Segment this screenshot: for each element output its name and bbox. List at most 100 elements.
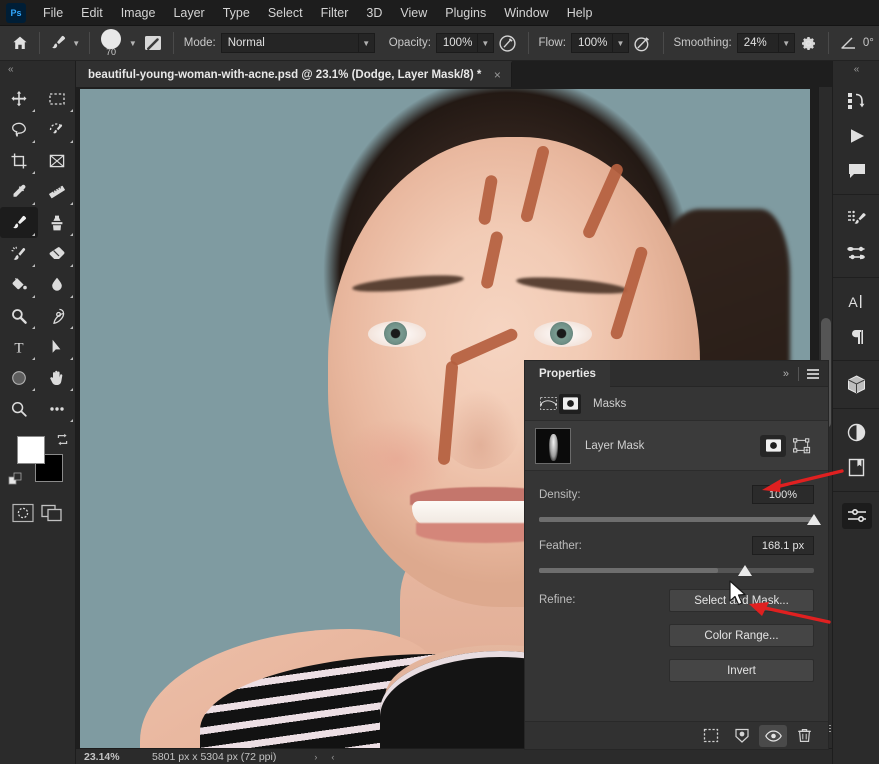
apply-mask-icon[interactable] (728, 725, 756, 747)
menu-window[interactable]: Window (495, 2, 557, 24)
edit-toolbar-tool[interactable] (38, 393, 76, 424)
density-slider-knob[interactable] (807, 514, 821, 525)
properties-icon[interactable] (833, 498, 879, 533)
adjustments-icon[interactable] (833, 415, 879, 450)
smoothing-chevron-icon[interactable]: ▼ (778, 33, 795, 53)
lasso-tool[interactable] (0, 114, 38, 145)
color-range-button[interactable]: Color Range... (669, 624, 814, 647)
paragraph-icon[interactable] (833, 319, 879, 354)
path-selection-tool[interactable] (38, 331, 76, 362)
zoom-level[interactable]: 23.14% (76, 751, 144, 763)
brush-tool[interactable] (0, 207, 38, 238)
menu-plugins[interactable]: Plugins (436, 2, 495, 24)
layer-mask-row[interactable]: Layer Mask (525, 421, 828, 471)
home-icon[interactable] (6, 28, 33, 58)
opacity-chevron-icon[interactable]: ▼ (477, 33, 494, 53)
crop-tool[interactable] (0, 145, 38, 176)
brush-angle-value[interactable]: 0° (863, 37, 874, 49)
toggle-mask-visibility-icon[interactable] (759, 724, 787, 747)
document-tab[interactable]: beautiful-young-woman-with-acne.psd @ 23… (76, 61, 513, 87)
brush-settings-icon[interactable] (833, 201, 879, 236)
opacity-input[interactable]: 100% (435, 33, 478, 53)
density-slider[interactable] (539, 514, 821, 525)
collapse-panel-icon[interactable]: » (777, 368, 794, 380)
status-chevron-right-icon[interactable]: › (314, 752, 317, 762)
brush-angle-icon[interactable] (837, 31, 861, 55)
brushes-icon[interactable] (833, 236, 879, 271)
feather-value[interactable]: 168.1 px (752, 536, 814, 555)
history-icon[interactable] (833, 83, 879, 118)
menu-image[interactable]: Image (112, 2, 165, 24)
tab-properties[interactable]: Properties (525, 360, 610, 387)
rectangular-marquee-tool[interactable] (38, 83, 76, 114)
type-tool[interactable]: T (0, 331, 38, 362)
comments-icon[interactable] (833, 153, 879, 188)
clone-stamp-tool[interactable] (38, 207, 76, 238)
menu-layer[interactable]: Layer (164, 2, 213, 24)
actions-play-icon[interactable] (833, 118, 879, 153)
quick-mask-icon[interactable] (11, 502, 35, 529)
brush-settings-panel-icon[interactable] (141, 31, 165, 55)
vector-mask-icon[interactable] (537, 394, 559, 414)
menu-file[interactable]: File (34, 2, 72, 24)
brush-preset-chevron-icon[interactable]: ▼ (126, 32, 139, 54)
3d-icon[interactable] (833, 367, 879, 402)
airbrush-icon[interactable] (631, 31, 655, 55)
menu-view[interactable]: View (391, 2, 436, 24)
object-selection-tool[interactable] (38, 114, 76, 145)
screen-mode-icon[interactable] (40, 502, 64, 529)
brush-tool-chevron-icon[interactable]: ▼ (70, 32, 83, 54)
select-and-mask-button[interactable]: Select and Mask... (669, 589, 814, 612)
frame-tool[interactable] (38, 145, 76, 176)
menu-help[interactable]: Help (558, 2, 602, 24)
close-icon[interactable]: × (491, 69, 503, 81)
move-tool[interactable] (0, 83, 38, 114)
dodge-tool[interactable] (0, 300, 38, 331)
delete-mask-icon[interactable] (790, 725, 818, 747)
status-chevron-left-icon[interactable]: ‹ (331, 752, 334, 762)
flow-chevron-icon[interactable]: ▼ (612, 33, 629, 53)
pen-tool[interactable] (38, 300, 76, 331)
flow-input[interactable]: 100% (570, 33, 613, 53)
brush-size-preview[interactable]: 70 (96, 28, 127, 58)
pixel-mask-icon[interactable] (559, 393, 581, 414)
menu-3d[interactable]: 3D (357, 2, 391, 24)
foreground-color-swatch[interactable] (17, 436, 45, 464)
hand-tool[interactable] (38, 362, 76, 393)
smoothing-input[interactable]: 24% (736, 33, 779, 53)
feather-slider-knob[interactable] (738, 565, 753, 576)
libraries-icon[interactable] (833, 450, 879, 485)
paint-bucket-tool[interactable] (0, 269, 38, 300)
ruler-tool[interactable] (38, 176, 76, 207)
density-value[interactable]: 100% (752, 485, 814, 504)
zoom-tool[interactable] (0, 393, 38, 424)
layer-mask-thumbnail[interactable] (535, 427, 571, 464)
history-brush-tool[interactable] (0, 238, 38, 269)
toolbar-bottom-buttons (0, 496, 75, 529)
eyedropper-tool[interactable] (0, 176, 38, 207)
add-pixel-mask-icon[interactable] (760, 434, 786, 457)
menu-select[interactable]: Select (259, 2, 312, 24)
menu-type[interactable]: Type (214, 2, 259, 24)
right-dock-collapse-icon[interactable]: « (833, 61, 879, 77)
menu-filter[interactable]: Filter (312, 2, 358, 24)
blur-tool[interactable] (38, 269, 76, 300)
brush-tool-icon[interactable] (46, 30, 70, 56)
default-colors-icon[interactable] (8, 472, 23, 492)
document-dimensions[interactable]: 5801 px x 5304 px (72 ppi) (144, 751, 276, 763)
blend-mode-chevron-icon[interactable]: ▼ (358, 33, 375, 53)
invert-button[interactable]: Invert (669, 659, 814, 682)
character-icon[interactable]: A (833, 284, 879, 319)
add-vector-mask-icon[interactable] (788, 435, 814, 457)
smoothing-options-gear-icon[interactable] (797, 31, 821, 55)
menu-edit[interactable]: Edit (72, 2, 112, 24)
swap-colors-icon[interactable] (55, 432, 70, 452)
ellipse-tool[interactable] (0, 362, 38, 393)
pressure-opacity-icon[interactable] (496, 31, 520, 55)
blend-mode-select[interactable]: Normal (220, 33, 359, 53)
feather-slider[interactable] (539, 565, 814, 576)
load-selection-from-mask-icon[interactable] (697, 725, 725, 747)
toolbar-collapse-icon[interactable]: « (0, 61, 75, 77)
eraser-tool[interactable] (38, 238, 76, 269)
panel-menu-icon[interactable] (803, 368, 828, 379)
